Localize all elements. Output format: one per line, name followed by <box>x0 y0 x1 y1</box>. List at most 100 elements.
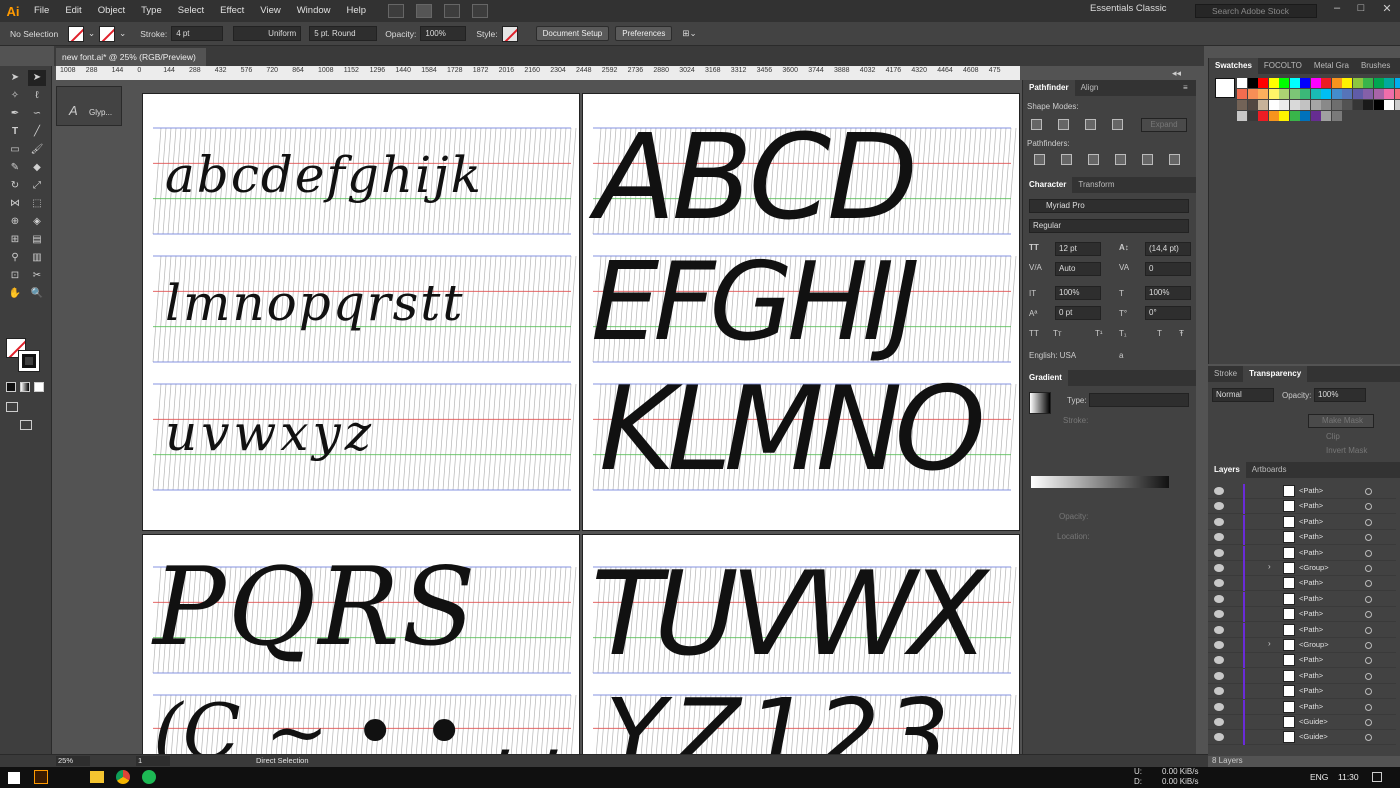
layer-name[interactable]: <Path> <box>1299 686 1323 695</box>
transparency-opacity-field[interactable]: 100% <box>1314 388 1366 402</box>
minimize-icon[interactable]: – <box>1326 2 1348 18</box>
eye-icon[interactable] <box>1214 533 1224 542</box>
width-tool-icon[interactable]: ⋈ <box>6 196 24 212</box>
eye-icon[interactable] <box>1214 641 1224 649</box>
menu-file[interactable]: File <box>26 0 57 22</box>
layer-row[interactable]: <Path> <box>1208 545 1396 561</box>
swatch[interactable] <box>1237 89 1247 99</box>
menu-view[interactable]: View <box>252 0 288 22</box>
target-icon[interactable] <box>1365 549 1372 557</box>
zoom-field[interactable]: 25% <box>56 756 90 766</box>
swatch[interactable] <box>1237 78 1247 88</box>
blend-mode-select[interactable]: Normal <box>1212 388 1274 402</box>
artboard-uppercase-p-s[interactable]: PQRS (Ç ~ • • , , > + − <box>142 534 580 754</box>
swatch[interactable] <box>1363 78 1373 88</box>
layer-row[interactable]: <Path> <box>1208 591 1396 607</box>
swatch[interactable] <box>1300 100 1310 110</box>
stroke-color-icon[interactable] <box>18 350 40 372</box>
swatch[interactable] <box>1331 100 1342 110</box>
eye-icon[interactable] <box>1214 487 1224 495</box>
superscript-icon[interactable]: T¹ <box>1095 329 1103 338</box>
layer-row[interactable]: <Guide> <box>1208 730 1396 746</box>
layer-name[interactable]: <Path> <box>1299 486 1323 495</box>
layer-name[interactable]: <Group> <box>1299 563 1329 572</box>
swatch[interactable] <box>1279 78 1289 88</box>
shaper-tool-icon[interactable]: ✎ <box>6 160 24 176</box>
vertical-scale-field[interactable]: 100% <box>1055 286 1101 300</box>
zoom-tool-icon[interactable]: 🔍 <box>28 286 46 302</box>
scale-tool-icon[interactable]: ⤢ <box>28 178 46 194</box>
layer-name[interactable]: <Path> <box>1299 671 1323 680</box>
menu-window[interactable]: Window <box>289 0 339 22</box>
target-icon[interactable] <box>1365 503 1372 511</box>
invert-mask-checkbox[interactable]: Invert Mask <box>1326 446 1367 455</box>
clip-checkbox[interactable]: Clip <box>1326 432 1340 441</box>
stroke-swatch[interactable] <box>99 25 116 42</box>
target-icon[interactable] <box>1365 703 1372 711</box>
artboard-tool-icon[interactable]: ⊡ <box>6 268 24 284</box>
canvas-area[interactable]: abcdefghijk lmnopqrstt uvwxyz ABCD EFGHI… <box>122 80 1022 754</box>
swatch[interactable] <box>1237 100 1247 110</box>
collapse-panels-icon[interactable]: ◂◂ <box>1172 68 1181 79</box>
font-family-select[interactable]: Myriad Pro <box>1029 199 1189 213</box>
intersect-icon[interactable] <box>1085 119 1096 130</box>
menu-object[interactable]: Object <box>90 0 133 22</box>
rotate-tool-icon[interactable]: ↻ <box>6 178 24 194</box>
stock-search-input[interactable]: Search Adobe Stock <box>1195 4 1317 18</box>
direct-selection-tool-icon[interactable]: ➤ <box>28 70 46 86</box>
eye-icon[interactable] <box>1214 548 1224 557</box>
layer-row[interactable]: <Path> <box>1208 576 1396 592</box>
minus-front-icon[interactable] <box>1058 119 1069 130</box>
swatch[interactable] <box>1268 78 1279 88</box>
eye-icon[interactable] <box>1214 702 1224 711</box>
swatch[interactable] <box>1300 78 1310 88</box>
minus-back-icon[interactable] <box>1169 154 1180 165</box>
none-mode-icon[interactable] <box>34 382 44 392</box>
chevron-right-icon[interactable]: › <box>1268 562 1271 571</box>
swatch[interactable] <box>1321 100 1331 110</box>
graph-tool-icon[interactable]: ▥ <box>28 250 46 266</box>
keyboard-language[interactable]: ENG <box>1310 772 1328 782</box>
layer-row[interactable]: <Path> <box>1208 607 1396 623</box>
menu-type[interactable]: Type <box>133 0 170 22</box>
merge-icon[interactable] <box>1088 154 1099 165</box>
layer-name[interactable]: <Path> <box>1299 501 1323 510</box>
tracking-field[interactable]: 0 <box>1145 262 1191 276</box>
language-select[interactable]: English: USA <box>1029 351 1076 360</box>
baseline-shift-field[interactable]: 0 pt <box>1055 306 1101 320</box>
paintbrush-tool-icon[interactable]: 🖌 <box>28 142 46 158</box>
eye-icon[interactable] <box>1214 671 1224 680</box>
layer-name[interactable]: <Path> <box>1299 655 1323 664</box>
chevron-down-icon[interactable]: ⌄ <box>84 28 99 39</box>
workspace-switcher[interactable]: Essentials Classic <box>1090 3 1167 14</box>
eye-icon[interactable] <box>1214 718 1224 726</box>
eye-icon[interactable] <box>1214 502 1224 511</box>
target-icon[interactable] <box>1365 719 1372 726</box>
status-tool[interactable]: Direct Selection <box>256 756 309 765</box>
chevron-right-icon[interactable]: › <box>1268 639 1271 648</box>
swatch[interactable] <box>1258 111 1268 121</box>
gradient-mode-icon[interactable] <box>20 382 30 392</box>
target-icon[interactable] <box>1365 657 1372 665</box>
layer-name[interactable]: <Path> <box>1299 548 1323 557</box>
layer-name[interactable]: <Path> <box>1299 609 1323 618</box>
tab-transform[interactable]: Transform <box>1072 177 1120 193</box>
swatch[interactable] <box>1258 89 1268 99</box>
eye-icon[interactable] <box>1214 594 1224 603</box>
horizontal-scale-field[interactable]: 100% <box>1145 286 1191 300</box>
artboard-lowercase[interactable]: abcdefghijk lmnopqrstt uvwxyz <box>142 93 580 531</box>
gradient-type-select[interactable] <box>1089 393 1189 407</box>
screen-mode-icon[interactable] <box>20 420 32 430</box>
swatch[interactable] <box>1237 111 1247 121</box>
trim-icon[interactable] <box>1061 154 1072 165</box>
bridge-icon[interactable] <box>388 4 405 18</box>
layer-name[interactable]: <Path> <box>1299 532 1323 541</box>
layer-name[interactable]: <Path> <box>1299 578 1323 587</box>
gradient-tool-icon[interactable]: ▤ <box>28 232 46 248</box>
layer-row[interactable]: <Path> <box>1208 484 1396 499</box>
tab-layers[interactable]: Layers <box>1208 462 1246 478</box>
document-setup-button[interactable]: Document Setup <box>535 26 610 41</box>
divide-icon[interactable] <box>1034 154 1045 165</box>
tab-focolto[interactable]: FOCOLTO <box>1258 58 1308 74</box>
make-mask-button[interactable]: Make Mask <box>1308 414 1374 428</box>
